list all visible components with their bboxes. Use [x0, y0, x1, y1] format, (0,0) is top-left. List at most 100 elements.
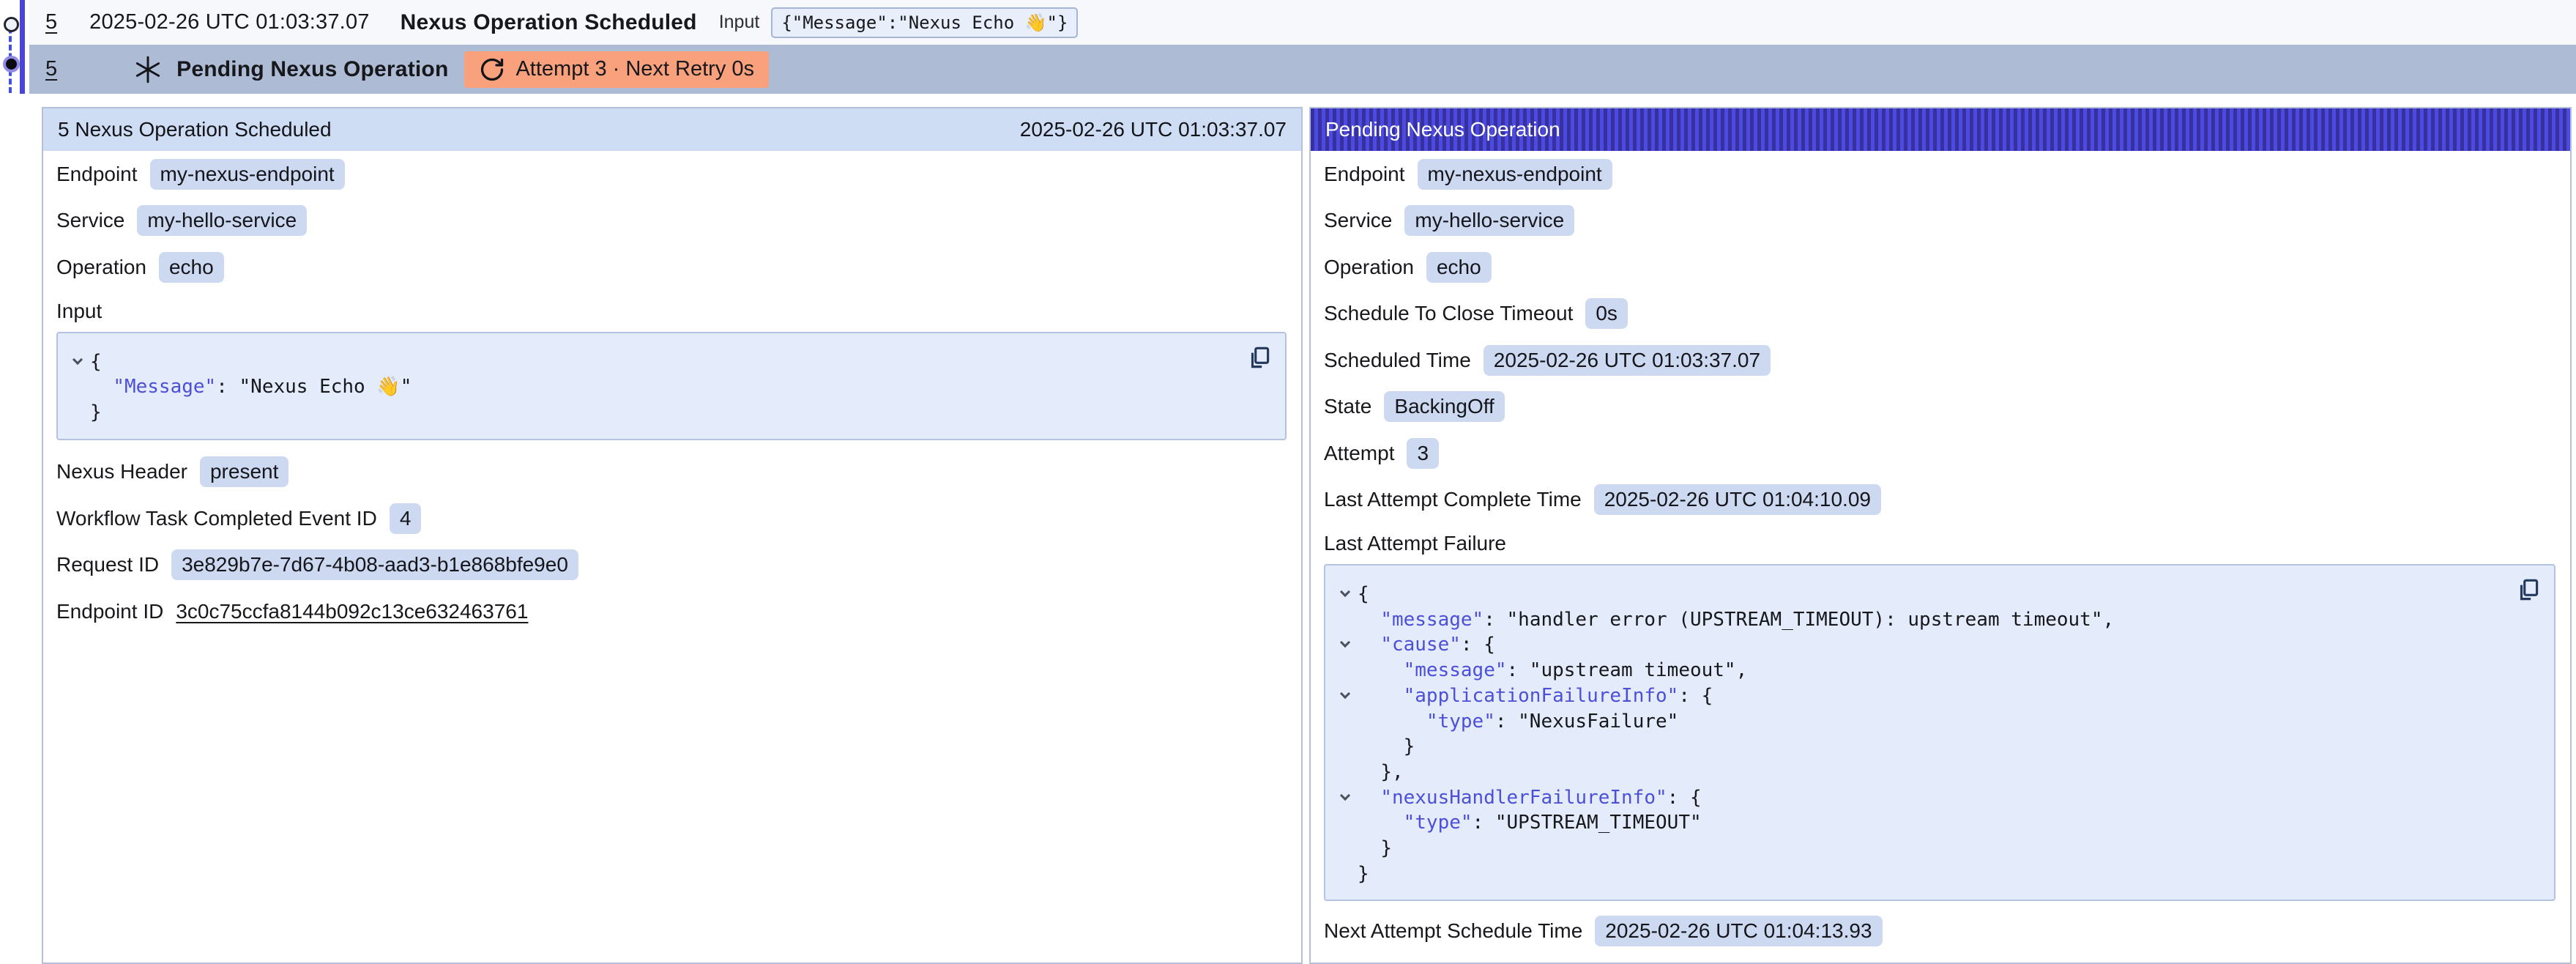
json-gutter	[1333, 709, 1358, 735]
field-label: Service	[56, 209, 124, 232]
field-label: Request ID	[56, 553, 159, 576]
event-title: Nexus Operation Scheduled	[401, 10, 697, 35]
json-code: }	[1358, 734, 1415, 760]
collapse-chevron-icon[interactable]	[1340, 587, 1350, 597]
retry-icon	[479, 56, 505, 83]
json-code: }	[1358, 836, 1392, 861]
field-value-badge: 3	[1407, 438, 1439, 469]
json-code: "Message": "Nexus Echo 👋"	[90, 374, 412, 400]
field-label: Endpoint ID	[56, 600, 163, 623]
scheduled-event-panel: 5 Nexus Operation Scheduled 2025-02-26 U…	[42, 107, 1303, 964]
json-code: "cause": {	[1358, 632, 1495, 658]
json-gutter	[1333, 683, 1358, 709]
field-label: Service	[1324, 209, 1392, 232]
field-value-badge: echo	[1426, 252, 1492, 283]
field-row: Endpoint my-nexus-endpoint	[1324, 151, 2555, 198]
field-value-badge: 0s	[1585, 298, 1628, 329]
panel-header: 5 Nexus Operation Scheduled 2025-02-26 U…	[43, 108, 1301, 151]
json-code: {	[90, 349, 102, 375]
panel-title: Pending Nexus Operation	[1325, 118, 1560, 141]
json-line: }	[65, 400, 1241, 426]
event-row-scheduled[interactable]: 5 2025-02-26 UTC 01:03:37.07 Nexus Opera…	[29, 0, 2576, 45]
collapse-chevron-icon[interactable]	[72, 354, 83, 364]
field-label: Next Attempt Schedule Time	[1324, 919, 1582, 943]
json-line: "type": "UPSTREAM_TIMEOUT"	[1333, 810, 2510, 836]
json-gutter	[1333, 861, 1358, 887]
json-gutter	[65, 400, 90, 426]
copy-icon	[1246, 344, 1273, 372]
field-label: Last Attempt Complete Time	[1324, 488, 1582, 511]
field-label: Workflow Task Completed Event ID	[56, 507, 377, 530]
json-gutter	[1333, 836, 1358, 861]
field-value-badge: my-nexus-endpoint	[1418, 159, 1612, 190]
field-value-link[interactable]: 3c0c75ccfa8144b092c13ce632463761	[176, 600, 528, 623]
field-row: Operation echo	[56, 244, 1287, 291]
collapse-chevron-icon[interactable]	[1340, 637, 1350, 648]
json-code: }	[90, 400, 102, 426]
panel-title: 5 Nexus Operation Scheduled	[58, 118, 332, 141]
json-line: "type": "NexusFailure"	[1333, 709, 2510, 735]
json-gutter	[1333, 582, 1358, 607]
retry-badge: Attempt 3 · Next Retry 0s	[464, 51, 769, 88]
field-label: Attempt	[1324, 442, 1394, 465]
pending-operation-panel: Pending Nexus Operation Endpoint my-nexus…	[1309, 107, 2572, 964]
json-line: "applicationFailureInfo": {	[1333, 683, 2510, 709]
event-row-pending[interactable]: 5 Pending Nexus Operation Attempt 3 · Ne…	[29, 45, 2576, 94]
copy-button[interactable]	[1246, 344, 1273, 373]
event-title: Pending Nexus Operation	[176, 57, 448, 82]
event-id-link[interactable]: 5	[45, 57, 57, 81]
json-gutter	[1333, 810, 1358, 836]
selection-accent-bar	[20, 0, 25, 94]
field-row: State BackingOff	[1324, 384, 2555, 431]
json-gutter	[1333, 607, 1358, 633]
field-value-badge: 2025-02-26 UTC 01:04:13.93	[1595, 916, 1882, 946]
field-value-badge: 4	[390, 503, 422, 534]
field-label: Operation	[56, 256, 146, 279]
json-code: "nexusHandlerFailureInfo": {	[1358, 785, 1702, 811]
field-row: Endpoint ID 3c0c75ccfa8144b092c13ce632463…	[56, 588, 1287, 635]
field-label: State	[1324, 395, 1371, 418]
copy-icon	[2515, 576, 2542, 604]
input-json-viewer: { "Message": "Nexus Echo 👋"}	[56, 332, 1287, 440]
collapse-chevron-icon[interactable]	[1340, 689, 1350, 699]
field-row: Endpointmy-nexus-endpoint	[56, 151, 1287, 198]
field-row: Request ID 3e829b7e-7d67-4b08-aad3-b1e868…	[56, 542, 1287, 589]
json-gutter	[1333, 734, 1358, 760]
field-label: Endpoint	[1324, 163, 1405, 186]
json-code: },	[1358, 760, 1404, 785]
event-timestamp: 2025-02-26 UTC 01:03:37.07	[89, 10, 369, 34]
json-line: }	[1333, 734, 2510, 760]
field-value-badge: my-hello-service	[137, 205, 307, 236]
event-id-link[interactable]: 5	[45, 10, 57, 34]
field-row: Nexus Headerpresent	[56, 449, 1287, 496]
timeline-dot-pending-selected[interactable]	[3, 56, 20, 73]
retry-badge-label: Attempt 3 · Next Retry 0s	[515, 57, 754, 81]
json-line: "cause": {	[1333, 632, 2510, 658]
field-row: Next Attempt Schedule Time 2025-02-26 UT…	[1324, 908, 2555, 954]
field-label: Operation	[1324, 256, 1414, 279]
timeline-dot-scheduled[interactable]	[4, 17, 19, 32]
field-label: Scheduled Time	[1324, 349, 1471, 372]
json-line: }	[1333, 861, 2510, 887]
field-row: Workflow Task Completed Event ID 4	[56, 495, 1287, 542]
field-row: Servicemy-hello-service	[1324, 198, 2555, 245]
input-inline-value[interactable]: {"Message":"Nexus Echo 👋"}	[771, 7, 1078, 38]
field-value-badge: 3e829b7e-7d67-4b08-aad3-b1e868bfe9e0	[171, 549, 578, 580]
field-label: Nexus Header	[56, 460, 187, 483]
field-label: Schedule To Close Timeout	[1324, 302, 1573, 325]
json-line: "message": "handler error (UPSTREAM_TIME…	[1333, 607, 2510, 633]
field-value-badge: 2025-02-26 UTC 01:03:37.07	[1484, 345, 1771, 376]
pending-asterisk-icon	[133, 53, 163, 86]
copy-button[interactable]	[2514, 576, 2542, 605]
json-line: },	[1333, 760, 2510, 785]
json-code: "type": "NexusFailure"	[1358, 709, 1678, 735]
collapse-chevron-icon[interactable]	[1340, 790, 1350, 801]
field-value-badge: echo	[159, 252, 224, 283]
json-gutter	[65, 349, 90, 375]
json-gutter	[1333, 785, 1358, 811]
json-gutter	[1333, 658, 1358, 683]
field-row: Last Attempt Complete Time2025-02-26 UTC…	[1324, 477, 2555, 524]
input-inline-label: Input	[719, 12, 760, 33]
field-value-badge: my-nexus-endpoint	[150, 159, 345, 190]
field-value-badge: BackingOff	[1384, 391, 1504, 422]
